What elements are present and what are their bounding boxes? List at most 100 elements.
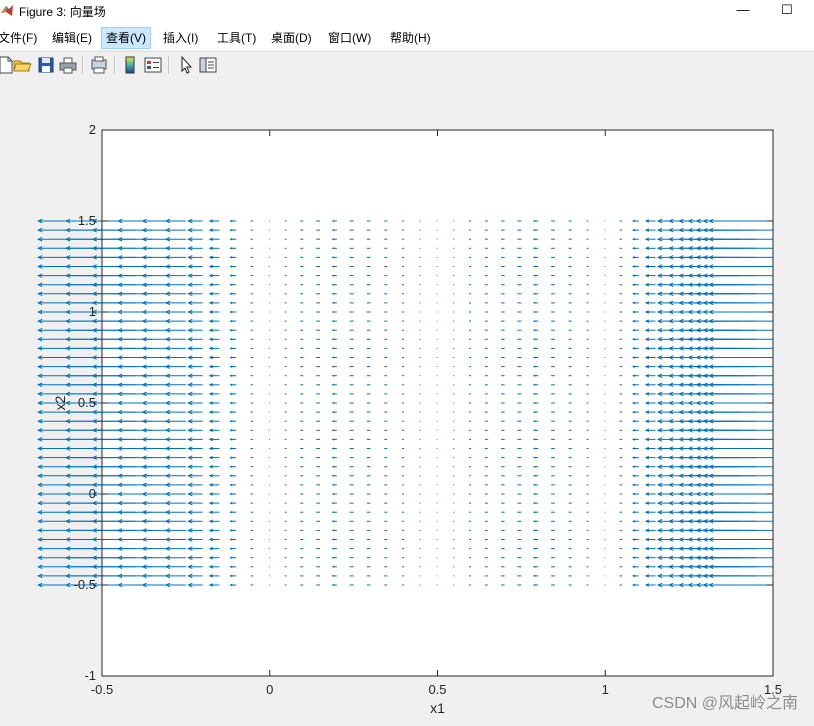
minimize-button[interactable]: — <box>720 0 766 22</box>
quiver-arrowhead <box>532 511 536 514</box>
quiver-arrowhead <box>331 429 335 432</box>
quiver-arrowhead <box>331 574 335 577</box>
open-file-icon[interactable] <box>12 55 32 75</box>
x-tick-label: 0.5 <box>428 682 446 697</box>
quiver-arrowhead <box>331 219 335 223</box>
quiver-arrowhead <box>532 256 536 259</box>
quiver-arrowhead <box>532 456 536 459</box>
quiver-arrowhead <box>331 547 335 550</box>
quiver-arrowhead <box>331 502 335 505</box>
quiver-arrowhead <box>532 310 536 314</box>
quiver-arrowhead <box>532 374 536 377</box>
print-icon[interactable] <box>58 55 78 75</box>
menu-insert[interactable]: 插入(I) <box>159 28 202 48</box>
quiver-arrowhead <box>532 438 536 441</box>
figure-canvas: -0.5 0 0.5 1 1.5 -1 -0.5 0 0.5 1 1.5 2 x1 x2 CSDN … <box>0 79 814 721</box>
figure-toolbar <box>0 51 814 80</box>
quiver-arrowhead <box>331 520 335 523</box>
quiver-arrowhead <box>532 520 536 523</box>
menu-view[interactable]: 查看(V) <box>101 27 151 49</box>
property-inspector-icon[interactable] <box>198 55 218 75</box>
maximize-button[interactable]: ☐ <box>764 0 810 22</box>
quiver-arrowhead <box>532 447 536 450</box>
quiver-arrowhead <box>331 329 335 332</box>
quiver-arrowhead <box>331 411 335 414</box>
menu-help[interactable]: 帮助(H) <box>386 28 435 48</box>
matlab-app-icon <box>1 5 13 16</box>
menu-tools[interactable]: 工具(T) <box>213 28 260 48</box>
quiver-arrowhead <box>532 301 536 304</box>
quiver-arrowhead <box>532 265 536 268</box>
y-tick-label: -1 <box>84 668 96 683</box>
quiver-arrowhead <box>331 538 335 541</box>
title-bar: Figure 3: 向量场 — ☐ <box>0 0 814 26</box>
quiver-arrowhead <box>331 356 335 359</box>
quiver-arrowhead <box>331 392 335 395</box>
quiver-arrowhead <box>532 483 536 486</box>
quiver-arrowhead <box>532 565 536 568</box>
quiver-arrowhead <box>331 556 335 559</box>
save-icon[interactable] <box>36 55 56 75</box>
menu-edit[interactable]: 编辑(E) <box>48 28 96 48</box>
colorbar-icon[interactable] <box>120 55 140 75</box>
y-axis-label: x2 <box>52 395 68 410</box>
print-preview-icon[interactable] <box>89 55 109 75</box>
quiver-arrowhead <box>331 274 335 277</box>
legend-icon[interactable] <box>143 55 163 75</box>
x-tick-label: -0.5 <box>91 682 113 697</box>
quiver-arrowhead <box>532 229 536 232</box>
quiver-arrowhead <box>532 583 536 587</box>
quiver-arrowhead <box>331 565 335 568</box>
quiver-arrowhead <box>532 365 536 368</box>
quiver-arrowhead <box>331 292 335 295</box>
quiver-arrowhead <box>532 347 536 350</box>
quiver-arrowhead <box>532 538 536 541</box>
quiver-arrowhead <box>331 438 335 441</box>
quiver-arrowhead <box>331 338 335 341</box>
quiver-arrowhead <box>331 583 335 587</box>
quiver-arrowhead <box>331 492 335 496</box>
quiver-arrowhead <box>532 492 536 496</box>
y-tick-label: 1 <box>89 304 96 319</box>
quiver-arrowhead <box>532 465 536 468</box>
quiver-arrowhead <box>532 429 536 432</box>
window-title: Figure 3: 向量场 <box>19 5 106 19</box>
x-tick-label: 1 <box>602 682 609 697</box>
quiver-arrowhead <box>331 229 335 232</box>
quiver-plot: -0.5 0 0.5 1 1.5 -1-0.500.511.52 x1 x2 <box>37 122 782 716</box>
quiver-arrowhead <box>331 365 335 368</box>
quiver-arrowhead <box>532 392 536 395</box>
quiver-arrowhead <box>331 256 335 259</box>
y-tick-label: 0 <box>89 486 96 501</box>
quiver-arrowhead <box>532 401 536 405</box>
quiver-arrowhead <box>532 411 536 414</box>
quiver-arrowhead <box>532 474 536 477</box>
quiver-arrowhead <box>532 238 536 241</box>
x-tick-label: 0 <box>266 682 273 697</box>
quiver-arrowhead <box>532 320 536 323</box>
quiver-arrowhead <box>532 219 536 223</box>
quiver-arrowhead <box>532 556 536 559</box>
quiver-arrowhead <box>532 574 536 577</box>
quiver-arrowhead <box>331 511 335 514</box>
quiver-arrowhead <box>532 274 536 277</box>
quiver-arrowhead <box>532 383 536 386</box>
menu-desktop[interactable]: 桌面(D) <box>267 28 316 48</box>
y-tick-label: 0.5 <box>78 395 96 410</box>
quiver-arrowhead <box>331 310 335 314</box>
quiver-arrowhead <box>532 502 536 505</box>
quiver-arrowhead <box>331 320 335 323</box>
quiver-arrowhead <box>532 547 536 550</box>
quiver-arrowhead <box>331 420 335 423</box>
menu-window[interactable]: 窗口(W) <box>324 28 375 48</box>
edit-plot-arrow-icon[interactable] <box>176 55 196 75</box>
quiver-arrowhead <box>532 529 536 532</box>
quiver-arrowhead <box>532 292 536 295</box>
quiver-arrowhead <box>532 329 536 332</box>
y-tick-label: -0.5 <box>74 577 96 592</box>
menu-bar: 文件(F) 编辑(E) 查看(V) 插入(I) 工具(T) 桌面(D) 窗口(W… <box>0 26 814 50</box>
quiver-arrowhead <box>532 283 536 286</box>
quiver-arrowhead <box>331 265 335 268</box>
quiver-arrowhead <box>532 420 536 423</box>
menu-file[interactable]: 文件(F) <box>0 28 41 48</box>
